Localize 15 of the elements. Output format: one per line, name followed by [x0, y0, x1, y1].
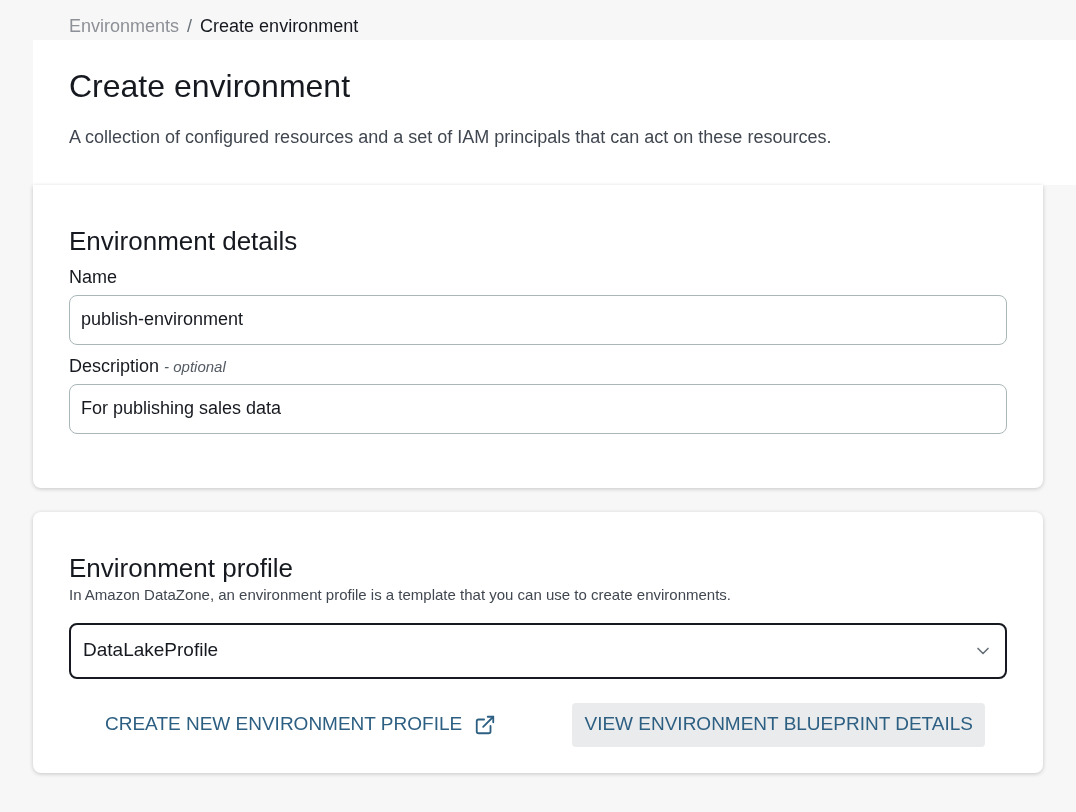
breadcrumb-separator: / [187, 14, 193, 38]
field-label: Description - optional [69, 354, 227, 378]
section-description: In Amazon DataZone, an environment profile is a template that you can use to create environments. [69, 585, 733, 605]
view-blueprint-button[interactable]: VIEW ENVIRONMENT BLUEPRINT DETAILS [572, 702, 985, 747]
page-title: Create environment [69, 67, 352, 106]
profile-select[interactable]: DataLakeProfile [69, 622, 1007, 679]
external-link-icon [474, 713, 497, 736]
text-field[interactable]: publish-environment [69, 294, 1007, 345]
create-profile-link[interactable]: CREATE NEW ENVIRONMENT PROFILE [105, 710, 497, 739]
text-field[interactable]: For publishing sales data [69, 383, 1007, 434]
page-description: A collection of configured resources and a set of IAM principals that can act on these resources. [69, 126, 833, 149]
breadcrumb-current: Create environment [200, 14, 359, 38]
section-title: Environment profile [69, 551, 294, 584]
section-title: Environment details [69, 225, 299, 258]
field-label: Name [69, 265, 118, 289]
